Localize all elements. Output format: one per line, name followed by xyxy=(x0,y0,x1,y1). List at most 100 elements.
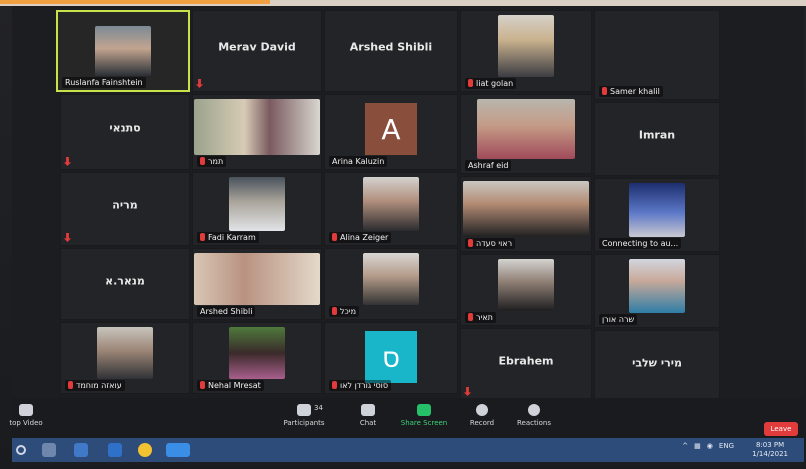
reactions-icon xyxy=(528,404,540,416)
muted-mic-icon xyxy=(602,87,607,95)
participant-tile-manar[interactable]: מנאר.א xyxy=(60,248,190,320)
leave-button[interactable]: Leave xyxy=(764,422,798,436)
reactions-label: Reactions xyxy=(516,419,552,427)
stop-video-button[interactable]: top Video xyxy=(0,404,56,427)
clock-date: 1/14/2021 xyxy=(752,450,788,458)
participant-name-label: תאיר xyxy=(465,312,496,323)
participant-name-label: שרה אורן xyxy=(599,314,638,325)
participant-name: liat golan xyxy=(476,79,514,88)
participant-tile-wael[interactable]: עואזה מוחמד xyxy=(60,322,190,394)
participant-name: Imran xyxy=(638,128,676,142)
muted-mic-icon xyxy=(468,239,473,247)
zoom-app-icon[interactable] xyxy=(166,443,190,457)
participant-name-label: Arina Kaluzin xyxy=(329,156,388,167)
participant-tile-michal[interactable]: מיכל xyxy=(324,248,458,320)
participant-video xyxy=(194,99,320,155)
network-icon[interactable]: ▦ xyxy=(694,442,701,450)
participant-tile-sanai[interactable]: סתנאי xyxy=(60,94,190,170)
share-screen-label: Share Screen xyxy=(400,419,448,427)
participant-tile-ebrahem[interactable]: Ebrahem xyxy=(460,328,592,400)
muted-mic-icon xyxy=(68,381,73,389)
edge-icon[interactable] xyxy=(108,443,122,457)
participant-tile-sara[interactable]: שרה אורן xyxy=(594,254,720,328)
task-view-icon[interactable] xyxy=(42,443,56,457)
participant-avatar: A xyxy=(365,103,417,155)
participant-tile-connecting[interactable]: Connecting to au... xyxy=(594,178,720,252)
participant-tile-fadi[interactable]: Fadi Karram xyxy=(192,172,322,246)
participant-avatar: ס xyxy=(365,331,417,383)
participant-name-label: Nehal Mresat xyxy=(197,380,264,391)
participants-count: 34 xyxy=(314,404,323,412)
orange-tab xyxy=(0,0,270,4)
participant-name-label: Samer khalil xyxy=(599,86,663,97)
taskbar-clock[interactable]: 8:03 PM 1/14/2021 xyxy=(752,441,788,459)
participant-tile-tair[interactable]: תאיר xyxy=(460,254,592,326)
chrome-icon[interactable] xyxy=(138,443,152,457)
participants-icon xyxy=(297,404,311,416)
participant-tile-rawi[interactable]: ראוי סעדה xyxy=(460,176,592,252)
record-icon xyxy=(476,404,488,416)
participant-tile-nehal[interactable]: Nehal Mresat xyxy=(192,322,322,394)
participants-button[interactable]: Participants 34 xyxy=(274,404,334,427)
chat-label: Chat xyxy=(359,419,377,427)
participant-name: ראוי סעדה xyxy=(476,239,513,248)
clock-time: 8:03 PM xyxy=(755,441,785,449)
participant-name-label: מיכל xyxy=(329,306,359,317)
participant-video xyxy=(498,259,554,311)
participant-name: מיכל xyxy=(340,307,356,316)
participant-tile-merav[interactable]: Merav David xyxy=(192,10,322,92)
chevron-up-icon[interactable]: ^ xyxy=(682,442,688,450)
participant-name: מריה xyxy=(112,198,138,212)
zoom-photo-frame: Ruslanfa Fainshtein Merav David Arshed S… xyxy=(0,0,806,469)
muted-mic-icon xyxy=(468,79,473,87)
participant-tile-maria[interactable]: מריה xyxy=(60,172,190,246)
language-indicator[interactable]: ENG xyxy=(719,442,734,450)
participant-name: תמר xyxy=(208,157,224,166)
share-screen-icon xyxy=(417,404,431,416)
participant-video xyxy=(463,181,589,237)
meeting-gallery: Ruslanfa Fainshtein Merav David Arshed S… xyxy=(12,6,804,466)
muted-mic-icon xyxy=(332,307,337,315)
participant-tile-arina[interactable]: A Arina Kaluzin xyxy=(324,94,458,170)
record-label: Record xyxy=(469,419,495,427)
volume-icon[interactable]: ◉ xyxy=(707,442,713,450)
participant-tile-arshed[interactable]: Arshed Shibli xyxy=(324,10,458,92)
participant-name: עואזה מוחמד xyxy=(76,381,122,390)
participant-name: מנאר.א xyxy=(105,274,145,287)
participant-name-label: Ashraf eid xyxy=(465,160,512,171)
participant-video xyxy=(95,26,151,76)
participant-name: Arshed Shibli xyxy=(349,40,433,54)
share-screen-button[interactable]: Share Screen xyxy=(394,404,454,427)
participant-tile-sosi[interactable]: ס סוסי גורדן לאו xyxy=(324,322,458,394)
participant-tile-tamar[interactable]: תמר xyxy=(192,94,322,170)
participant-tile-ruslanfa[interactable]: Ruslanfa Fainshtein xyxy=(56,10,190,92)
video-camera-icon xyxy=(19,404,33,416)
file-explorer-icon[interactable] xyxy=(74,443,88,457)
participant-tile-miri[interactable]: מירי שלבי xyxy=(594,330,720,402)
participant-name-label: Arshed Shibli xyxy=(197,306,256,317)
search-icon[interactable] xyxy=(16,445,26,455)
participant-video xyxy=(363,177,419,231)
windows-taskbar: ^ ▦ ◉ ENG 8:03 PM 1/14/2021 xyxy=(12,438,804,462)
record-button[interactable]: Record xyxy=(452,404,512,427)
participant-name-label: עואזה מוחמד xyxy=(65,380,125,391)
participant-name: Merav David xyxy=(218,40,296,54)
chat-button[interactable]: Chat xyxy=(338,404,398,427)
participant-tile-arshed-video[interactable]: Arshed Shibli xyxy=(192,248,322,320)
participant-name-label: Fadi Karram xyxy=(197,232,259,243)
participant-video xyxy=(629,259,685,313)
reactions-button[interactable]: Reactions xyxy=(504,404,564,427)
participant-name: תאיר xyxy=(476,313,493,322)
participant-tile-liat[interactable]: liat golan xyxy=(460,10,592,92)
participant-tile-imran[interactable]: Imran xyxy=(594,102,720,176)
participant-tile-alina[interactable]: Alina Zeiger xyxy=(324,172,458,246)
participant-video xyxy=(477,99,575,159)
participant-video xyxy=(629,183,685,237)
participant-video xyxy=(229,327,285,379)
participant-tile-samer[interactable]: Samer khalil xyxy=(594,10,720,100)
participant-tile-ashraf[interactable]: Ashraf eid xyxy=(460,94,592,174)
participant-video xyxy=(97,327,153,379)
participant-name: Fadi Karram xyxy=(208,233,256,242)
participant-name: Nehal Mresat xyxy=(208,381,261,390)
participant-video xyxy=(229,177,285,231)
